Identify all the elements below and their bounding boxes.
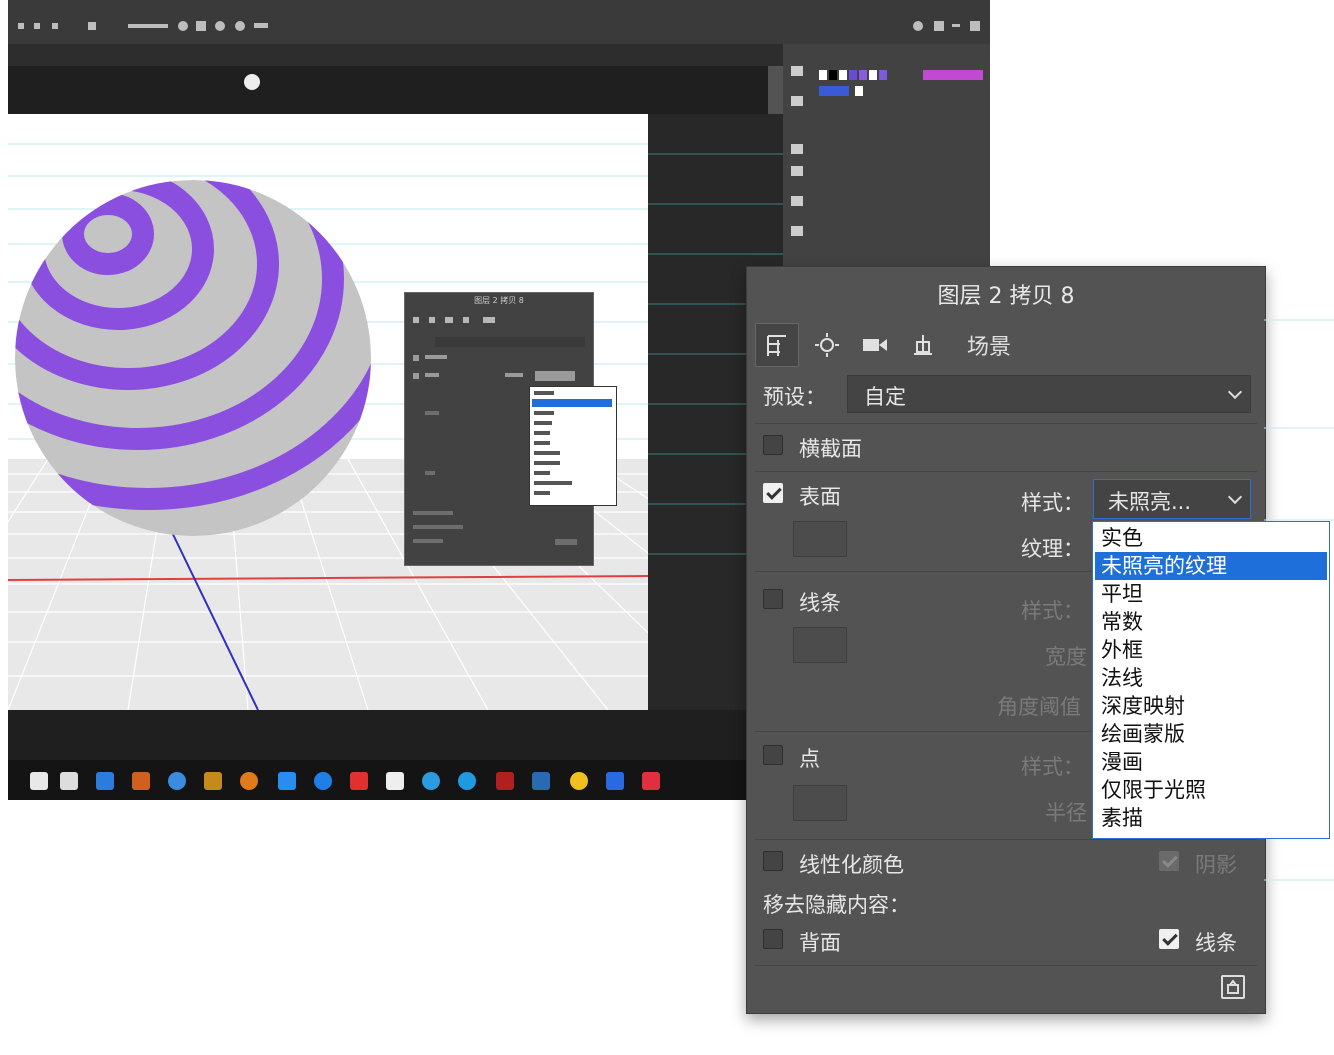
taskbar-app-icon[interactable] bbox=[314, 772, 332, 790]
divider bbox=[755, 471, 1257, 472]
linearize-color-checkbox[interactable] bbox=[763, 851, 783, 871]
tab-camera[interactable] bbox=[855, 323, 895, 367]
swatch[interactable] bbox=[879, 70, 887, 80]
taskbar-app-icon[interactable] bbox=[496, 772, 514, 790]
chevron-down-icon bbox=[1227, 489, 1243, 505]
taskbar-app-icon[interactable] bbox=[96, 772, 114, 790]
taskbar-app-icon[interactable] bbox=[350, 772, 368, 790]
taskbar-app-icon[interactable] bbox=[570, 772, 588, 790]
surface-checkbox[interactable] bbox=[763, 483, 783, 503]
taskbar-app-icon[interactable] bbox=[278, 772, 296, 790]
preset-label: 预设： bbox=[763, 385, 826, 409]
mini-panel-title: 图层 2 拷贝 8 bbox=[474, 296, 524, 305]
points-color-swatch[interactable] bbox=[793, 785, 847, 821]
mini-dropdown-items bbox=[534, 391, 572, 495]
tab-mesh[interactable] bbox=[755, 323, 799, 367]
cross-section-checkbox[interactable] bbox=[763, 435, 783, 455]
3d-icon[interactable] bbox=[791, 226, 803, 236]
channels-icon[interactable] bbox=[791, 166, 803, 176]
layers-icon[interactable] bbox=[791, 144, 803, 154]
taskbar-browser-icon[interactable] bbox=[240, 772, 258, 790]
taskbar-app-icon[interactable] bbox=[168, 772, 186, 790]
surface-color-swatch[interactable] bbox=[793, 521, 847, 557]
options-bar-icons bbox=[18, 21, 268, 31]
points-label: 点 bbox=[799, 747, 820, 771]
remove-hidden-label: 移去隐藏内容： bbox=[763, 893, 910, 917]
taskbar-app-icon[interactable] bbox=[642, 772, 660, 790]
taskbar-mail-icon[interactable] bbox=[386, 772, 404, 790]
hidden-lines-checkbox[interactable] bbox=[1159, 929, 1179, 949]
backface-checkbox[interactable] bbox=[763, 929, 783, 949]
swatch[interactable] bbox=[849, 70, 857, 80]
light-icon bbox=[815, 333, 839, 357]
options-bar bbox=[8, 0, 990, 44]
taskbar-camera-icon[interactable] bbox=[60, 772, 78, 790]
window-controls-icons bbox=[913, 21, 980, 31]
render-button[interactable] bbox=[1221, 975, 1245, 999]
lines-angle-label: 角度阈值 bbox=[997, 695, 1081, 719]
preset-value: 自定 bbox=[864, 385, 906, 409]
swatch[interactable] bbox=[855, 86, 863, 96]
lines-checkbox[interactable] bbox=[763, 589, 783, 609]
tab-light[interactable] bbox=[807, 323, 847, 367]
mini-style-dropdown bbox=[529, 386, 617, 506]
backface-label: 背面 bbox=[799, 931, 841, 955]
hidden-lines-label: 线条 bbox=[1195, 931, 1237, 955]
swatch[interactable] bbox=[829, 70, 837, 80]
surface-style-select[interactable]: 未照亮... bbox=[1093, 479, 1251, 519]
tab-scene[interactable]: 场景 bbox=[959, 323, 1019, 367]
brush-icon[interactable] bbox=[791, 96, 803, 106]
preset-select[interactable]: 自定 bbox=[847, 375, 1251, 413]
mesh-icon bbox=[767, 335, 786, 356]
points-radius-label: 半径 bbox=[1045, 801, 1087, 825]
swatch[interactable] bbox=[819, 86, 849, 96]
camera-icon bbox=[863, 339, 887, 351]
paths-icon[interactable] bbox=[791, 196, 803, 206]
coordinates-icon bbox=[914, 335, 932, 355]
render-icon bbox=[1227, 979, 1239, 994]
surface-label: 表面 bbox=[799, 485, 841, 509]
shadow-checkbox[interactable] bbox=[1159, 851, 1179, 871]
surface-texture-label: 纹理： bbox=[1021, 537, 1084, 561]
taskbar-app-icon[interactable] bbox=[458, 772, 476, 790]
chevron-down-icon bbox=[1227, 384, 1243, 400]
lines-color-swatch[interactable] bbox=[793, 627, 847, 663]
cross-section-label: 横截面 bbox=[799, 437, 862, 461]
divider bbox=[755, 839, 1257, 840]
swatch[interactable] bbox=[839, 70, 847, 80]
surface-style-label: 样式： bbox=[1021, 491, 1084, 515]
taskbar-app-icon[interactable] bbox=[132, 772, 150, 790]
lines-width-label: 宽度 bbox=[1045, 645, 1087, 669]
points-checkbox[interactable] bbox=[763, 745, 783, 765]
divider bbox=[755, 423, 1257, 424]
background-guides bbox=[1264, 319, 1334, 881]
linearize-color-label: 线性化颜色 bbox=[799, 853, 904, 877]
points-style-label: 样式： bbox=[1021, 755, 1084, 779]
lines-style-label: 样式： bbox=[1021, 599, 1084, 623]
taskbar-app-icon[interactable] bbox=[204, 772, 222, 790]
panel-title: 图层 2 拷贝 8 bbox=[937, 284, 1075, 309]
shadow-label: 阴影 bbox=[1195, 853, 1237, 877]
lines-label: 线条 bbox=[799, 591, 841, 615]
swatch[interactable] bbox=[869, 70, 877, 80]
surface-style-value: 未照亮... bbox=[1108, 490, 1192, 514]
tab-coordinates[interactable] bbox=[903, 323, 943, 367]
document-top-band bbox=[8, 66, 768, 114]
swatch[interactable] bbox=[859, 70, 867, 80]
view-widget-icon[interactable] bbox=[244, 74, 260, 90]
swatch[interactable] bbox=[819, 70, 827, 80]
swatch[interactable] bbox=[923, 70, 983, 80]
divider bbox=[755, 965, 1257, 966]
taskbar-app-icon[interactable] bbox=[422, 772, 440, 790]
document-bottom-band bbox=[8, 710, 783, 760]
taskbar-app-icon[interactable] bbox=[30, 772, 48, 790]
taskbar-app-icon[interactable] bbox=[606, 772, 624, 790]
taskbar-photoshop-icon[interactable] bbox=[532, 772, 550, 790]
history-icon[interactable] bbox=[791, 66, 803, 76]
